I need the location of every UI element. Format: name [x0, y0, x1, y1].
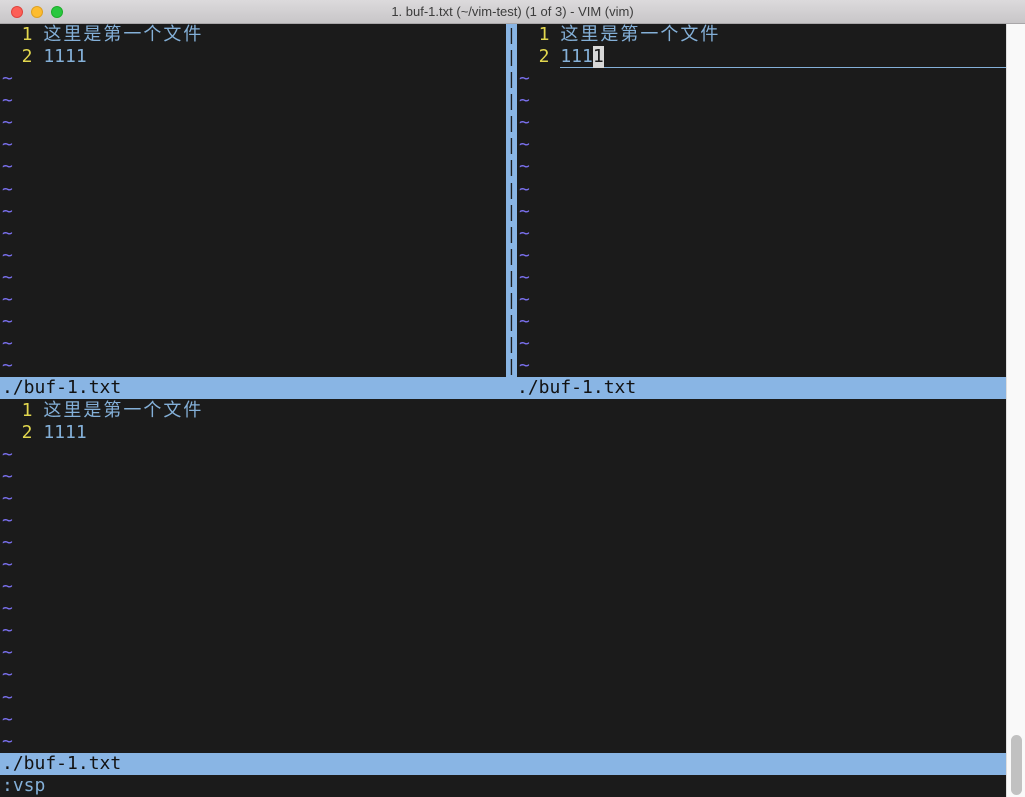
empty-line-tilde[interactable]: ~: [0, 576, 1006, 598]
line-text: 1111: [43, 422, 1006, 444]
vim-editor: 1 这里是第一个文件 2 1111~~~~~~~~~~~~~~ ||||||||…: [0, 24, 1025, 797]
zoom-button[interactable]: [51, 6, 63, 18]
empty-line-tilde[interactable]: ~: [0, 664, 1006, 686]
empty-line-tilde[interactable]: ~: [0, 267, 506, 289]
empty-line-tilde[interactable]: ~: [517, 289, 1006, 311]
scrollbar[interactable]: [1006, 24, 1025, 797]
line-number: 1: [517, 24, 560, 46]
empty-line-tilde[interactable]: ~: [0, 709, 1006, 731]
buffer-line[interactable]: 2 1111: [0, 422, 1006, 444]
statusline-filename-right: ./buf-1.txt: [517, 377, 636, 399]
line-text: 这里是第一个文件: [43, 24, 506, 46]
separator-bar: |: [506, 245, 517, 267]
minimize-button[interactable]: [31, 6, 43, 18]
empty-line-tilde[interactable]: ~: [0, 598, 1006, 620]
separator-bar: |: [506, 311, 517, 333]
window-title: 1. buf-1.txt (~/vim-test) (1 of 3) - VIM…: [0, 4, 1025, 19]
empty-line-tilde[interactable]: ~: [0, 532, 1006, 554]
statusline-filename-bottom: ./buf-1.txt: [2, 753, 121, 775]
empty-line-tilde[interactable]: ~: [0, 731, 1006, 753]
cursor-block: 1: [593, 46, 604, 68]
empty-line-tilde[interactable]: ~: [517, 355, 1006, 377]
empty-line-tilde[interactable]: ~: [0, 223, 506, 245]
empty-line-tilde[interactable]: ~: [0, 289, 506, 311]
empty-line-tilde[interactable]: ~: [0, 112, 506, 134]
separator-bar: |: [506, 90, 517, 112]
vertical-split-separator[interactable]: ||||||||||||||||: [506, 24, 517, 377]
separator-bar: |: [506, 134, 517, 156]
empty-line-tilde[interactable]: ~: [517, 179, 1006, 201]
macvim-window: 1. buf-1.txt (~/vim-test) (1 of 3) - VIM…: [0, 0, 1025, 797]
vim-window-bottom[interactable]: 1 这里是第一个文件 2 1111~~~~~~~~~~~~~~: [0, 400, 1006, 753]
separator-bar: |: [506, 267, 517, 289]
empty-line-tilde[interactable]: ~: [0, 355, 506, 377]
separator-bar: |: [506, 201, 517, 223]
line-number: 1: [0, 400, 43, 422]
separator-bar: |: [506, 179, 517, 201]
vim-window-top-right[interactable]: 1 这里是第一个文件 2 1111~~~~~~~~~~~~~~: [517, 24, 1006, 377]
line-text: 1111: [560, 46, 1006, 68]
empty-line-tilde[interactable]: ~: [0, 687, 1006, 709]
command-line[interactable]: :vsp: [2, 775, 1006, 797]
separator-bar: |: [506, 289, 517, 311]
empty-line-tilde[interactable]: ~: [517, 90, 1006, 112]
separator-bar: |: [506, 68, 517, 90]
statusline-filename-left: ./buf-1.txt: [2, 377, 121, 399]
empty-line-tilde[interactable]: ~: [0, 311, 506, 333]
line-number: 2: [0, 422, 43, 444]
empty-line-tilde[interactable]: ~: [0, 90, 506, 112]
empty-line-tilde[interactable]: ~: [0, 156, 506, 178]
separator-bar: |: [506, 355, 517, 377]
empty-line-tilde[interactable]: ~: [0, 620, 1006, 642]
line-number: 2: [0, 46, 43, 68]
empty-line-tilde[interactable]: ~: [517, 68, 1006, 90]
separator-bar: |: [506, 46, 517, 68]
buffer-line[interactable]: 1 这里是第一个文件: [517, 24, 1006, 46]
empty-line-tilde[interactable]: ~: [517, 201, 1006, 223]
empty-line-tilde[interactable]: ~: [517, 333, 1006, 355]
empty-line-tilde[interactable]: ~: [0, 179, 506, 201]
vim-window-top-left[interactable]: 1 这里是第一个文件 2 1111~~~~~~~~~~~~~~: [0, 24, 506, 377]
separator-bar: |: [506, 112, 517, 134]
empty-line-tilde[interactable]: ~: [0, 444, 1006, 466]
line-text: 这里是第一个文件: [560, 24, 1006, 46]
statusline-bottom[interactable]: ./buf-1.txt: [0, 753, 1006, 775]
separator-bar: |: [506, 223, 517, 245]
traffic-lights: [11, 0, 63, 24]
empty-line-tilde[interactable]: ~: [0, 245, 506, 267]
empty-line-tilde[interactable]: ~: [517, 156, 1006, 178]
line-text: 这里是第一个文件: [43, 400, 1006, 422]
empty-line-tilde[interactable]: ~: [0, 68, 506, 90]
empty-line-tilde[interactable]: ~: [0, 201, 506, 223]
empty-line-tilde[interactable]: ~: [0, 488, 1006, 510]
statusline-top[interactable]: ./buf-1.txt ./buf-1.txt: [0, 377, 1006, 399]
empty-line-tilde[interactable]: ~: [0, 466, 1006, 488]
empty-line-tilde[interactable]: ~: [517, 267, 1006, 289]
line-text: 1111: [43, 46, 506, 68]
empty-line-tilde[interactable]: ~: [0, 642, 1006, 664]
empty-line-tilde[interactable]: ~: [0, 510, 1006, 532]
line-number: 1: [0, 24, 43, 46]
empty-line-tilde[interactable]: ~: [517, 134, 1006, 156]
separator-bar: |: [506, 333, 517, 355]
buffer-line[interactable]: 2 1111: [0, 46, 506, 68]
empty-line-tilde[interactable]: ~: [517, 311, 1006, 333]
empty-line-tilde[interactable]: ~: [0, 134, 506, 156]
empty-line-tilde[interactable]: ~: [517, 223, 1006, 245]
buffer-line[interactable]: 1 这里是第一个文件: [0, 24, 506, 46]
line-number: 2: [517, 46, 560, 68]
titlebar: 1. buf-1.txt (~/vim-test) (1 of 3) - VIM…: [0, 0, 1025, 24]
separator-bar: |: [506, 24, 517, 46]
empty-line-tilde[interactable]: ~: [0, 333, 506, 355]
empty-line-tilde[interactable]: ~: [0, 554, 1006, 576]
close-button[interactable]: [11, 6, 23, 18]
buffer-line[interactable]: 2 1111: [517, 46, 1006, 68]
empty-line-tilde[interactable]: ~: [517, 112, 1006, 134]
empty-line-tilde[interactable]: ~: [517, 245, 1006, 267]
separator-bar: |: [506, 156, 517, 178]
scrollbar-thumb[interactable]: [1011, 735, 1022, 795]
buffer-line[interactable]: 1 这里是第一个文件: [0, 400, 1006, 422]
